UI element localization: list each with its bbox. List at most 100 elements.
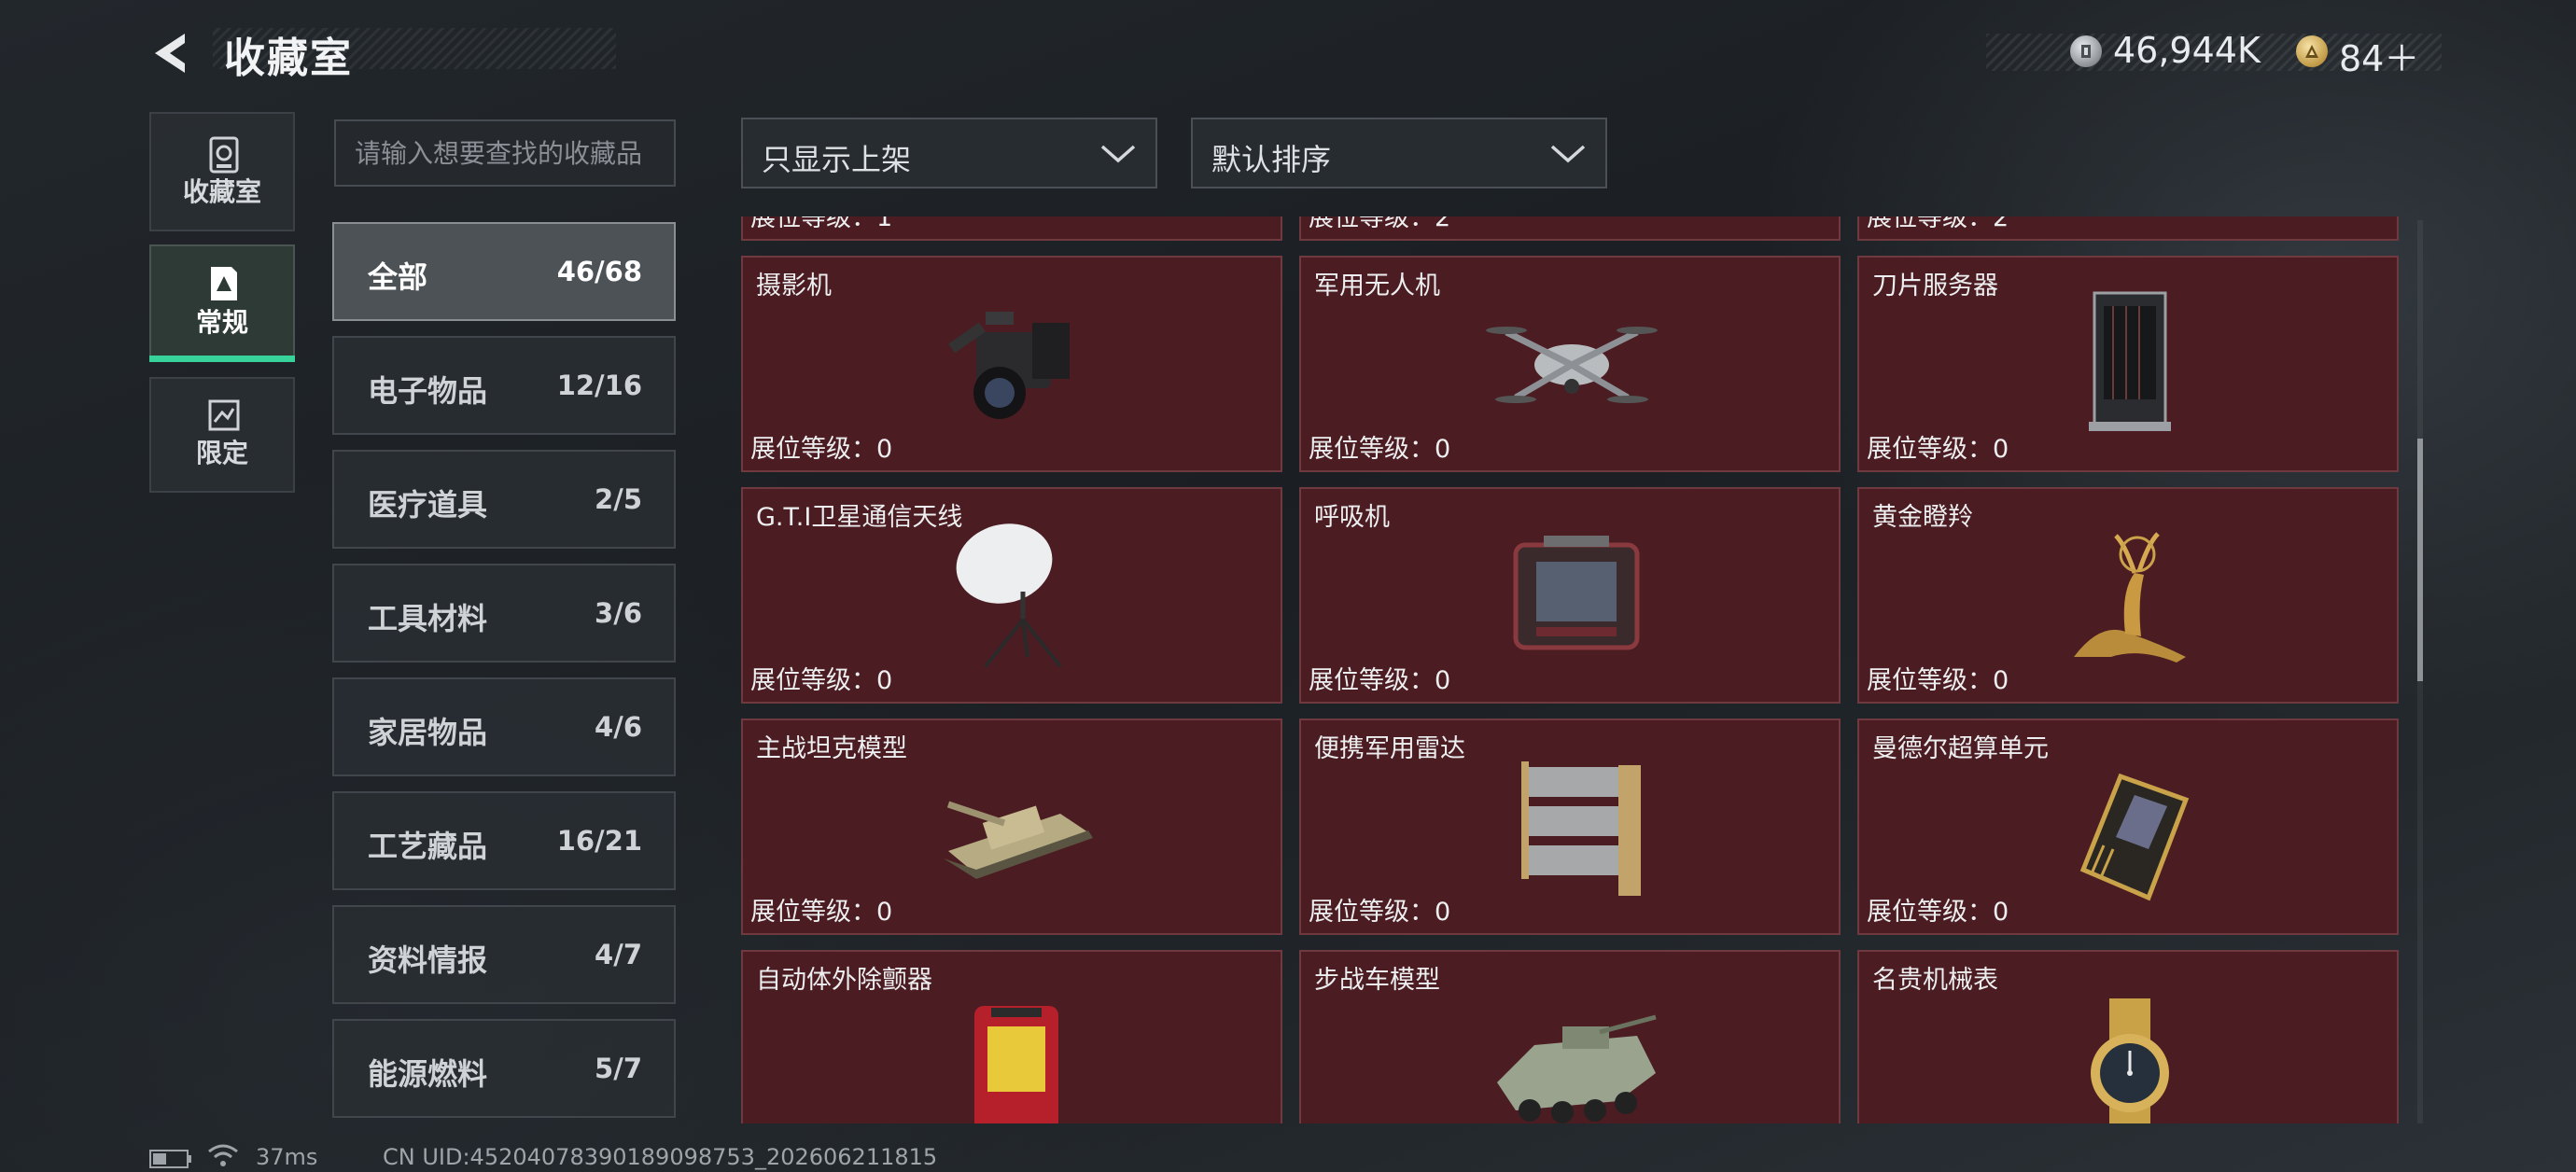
item-level: 展位等级：2	[1867, 216, 2009, 232]
collection-item-card[interactable]: 摄影机 展位等级：0	[741, 256, 1282, 472]
collection-item-card[interactable]: 便携军用雷达 展位等级：0	[1299, 719, 1841, 935]
item-level: 展位等级：0	[750, 666, 893, 695]
item-name: 摄影机	[756, 272, 832, 300]
category-count: 12/16	[556, 370, 642, 401]
search-input[interactable]	[334, 119, 676, 187]
silver-amount: 46,944K	[2113, 30, 2261, 71]
category-intel[interactable]: 资料情报 4/7	[332, 905, 676, 1004]
chip-icon	[2079, 773, 2190, 901]
gold-amount[interactable]: 84＋	[2339, 30, 2419, 81]
item-name: 黄金瞪羚	[1872, 503, 1973, 532]
item-name: 自动体外除颤器	[756, 966, 932, 995]
item-level: 展位等级：0	[1309, 435, 1451, 464]
item-name: 名贵机械表	[1872, 966, 1998, 995]
side-tab-regular[interactable]: 常规	[149, 244, 295, 362]
collection-item-card[interactable]: 展位等级：2	[1857, 216, 2399, 241]
server-icon	[2089, 291, 2171, 431]
collection-item-card[interactable]: 主战坦克模型 展位等级：0	[741, 719, 1282, 935]
item-name: 曼德尔超算单元	[1872, 734, 2049, 763]
side-tab-limited[interactable]: 限定	[149, 377, 295, 493]
wifi-icon	[208, 1144, 238, 1166]
item-name: 刀片服务器	[1872, 272, 1998, 300]
category-name: 医疗道具	[368, 487, 488, 523]
category-name: 资料情报	[368, 942, 488, 978]
category-count: 5/7	[595, 1053, 642, 1084]
collection-grid: 展位等级：1 展位等级：2 展位等级：2 摄影机 展位等级：0 军用无人机 展位…	[737, 216, 2408, 1123]
collection-item-card[interactable]: 军用无人机 展位等级：0	[1299, 256, 1841, 472]
item-name: 主战坦克模型	[756, 734, 907, 763]
category-name: 工具材料	[368, 601, 488, 636]
item-name: 军用无人机	[1314, 272, 1440, 300]
item-name: 便携军用雷达	[1314, 734, 1465, 763]
camera-icon	[948, 312, 1070, 419]
side-tab-label: 收藏室	[182, 176, 261, 207]
category-tools[interactable]: 工具材料 3/6	[332, 564, 676, 663]
category-all[interactable]: 全部 46/68	[332, 222, 676, 321]
collection-item-card[interactable]: 曼德尔超算单元 展位等级：0	[1857, 719, 2399, 935]
collection-item-card[interactable]: 名贵机械表	[1857, 950, 2399, 1123]
side-tab-label: 限定	[195, 438, 248, 468]
display-filter-value: 只显示上架	[762, 142, 912, 177]
item-level: 展位等级：0	[1309, 666, 1451, 695]
category-count: 2/5	[595, 483, 642, 515]
category-medical[interactable]: 医疗道具 2/5	[332, 450, 676, 549]
ping-readout: 37ms	[256, 1144, 318, 1170]
defibrillator-icon	[974, 1006, 1058, 1123]
collection-item-card[interactable]: 黄金瞪羚 展位等级：0	[1857, 487, 2399, 704]
category-count: 3/6	[595, 597, 642, 629]
category-crafts[interactable]: 工艺藏品 16/21	[332, 791, 676, 890]
side-tab-label: 常规	[195, 307, 248, 338]
collection-item-card[interactable]: 自动体外除颤器	[741, 950, 1282, 1123]
collection-item-card[interactable]: 展位等级：2	[1299, 216, 1841, 241]
item-name: 步战车模型	[1314, 966, 1440, 995]
drone-icon	[1486, 327, 1658, 403]
category-count: 16/21	[556, 825, 642, 857]
category-count: 4/7	[595, 939, 642, 970]
gold-coin-icon	[2296, 35, 2328, 67]
limited-icon	[208, 399, 240, 431]
collection-item-card[interactable]: G.T.I卫星通信天线 展位等级：0	[741, 487, 1282, 704]
vault-icon	[209, 136, 239, 174]
item-level: 展位等级：0	[1309, 898, 1451, 927]
item-level: 展位等级：1	[750, 216, 893, 232]
tank-icon	[944, 801, 1093, 879]
sort-value: 默认排序	[1211, 142, 1332, 177]
item-name: 呼吸机	[1314, 503, 1390, 532]
item-level: 展位等级：0	[750, 435, 893, 464]
category-name: 全部	[368, 259, 428, 295]
display-filter-dropdown[interactable]: 只显示上架	[741, 118, 1157, 188]
gold-gazelle-icon	[2074, 532, 2186, 663]
chevron-down-icon	[1550, 145, 1586, 163]
battery-icon	[149, 1150, 191, 1168]
category-count: 46/68	[556, 256, 642, 287]
category-household[interactable]: 家居物品 4/6	[332, 677, 676, 776]
collection-item-card[interactable]: 展位等级：1	[741, 216, 1282, 241]
collection-item-card[interactable]: 呼吸机 展位等级：0	[1299, 487, 1841, 704]
item-level: 展位等级：0	[750, 898, 893, 927]
category-name: 能源燃料	[368, 1056, 488, 1092]
uid-readout: CN UID:4520407839018909875​3_20260621181…	[383, 1144, 938, 1170]
item-level: 展位等级：2	[1309, 216, 1451, 232]
category-name: 电子物品	[368, 373, 488, 409]
item-level: 展位等级：0	[1867, 666, 2009, 695]
grid-scrollbar-thumb[interactable]	[2417, 439, 2423, 681]
side-tab-vault[interactable]: 收藏室	[149, 112, 295, 231]
satellite-dish-icon	[956, 523, 1062, 668]
ifv-icon	[1497, 1014, 1657, 1123]
collection-item-card[interactable]: 刀片服务器 展位等级：0	[1857, 256, 2399, 472]
ventilator-icon	[1513, 536, 1640, 650]
radar-icon	[1521, 761, 1641, 896]
chevron-down-icon	[1100, 145, 1136, 163]
category-count: 4/6	[595, 711, 642, 743]
item-level: 展位等级：0	[1867, 435, 2009, 464]
collection-item-card[interactable]: 步战车模型	[1299, 950, 1841, 1123]
category-name: 家居物品	[368, 715, 488, 750]
silver-coin-icon	[2070, 35, 2102, 67]
back-arrow-icon[interactable]	[147, 30, 194, 77]
watch-icon	[2091, 998, 2169, 1123]
document-icon	[211, 267, 237, 300]
page-title: 收藏室	[224, 35, 353, 82]
category-energy[interactable]: 能源燃料 5/7	[332, 1019, 676, 1118]
category-electronics[interactable]: 电子物品 12/16	[332, 336, 676, 435]
sort-dropdown[interactable]: 默认排序	[1191, 118, 1607, 188]
